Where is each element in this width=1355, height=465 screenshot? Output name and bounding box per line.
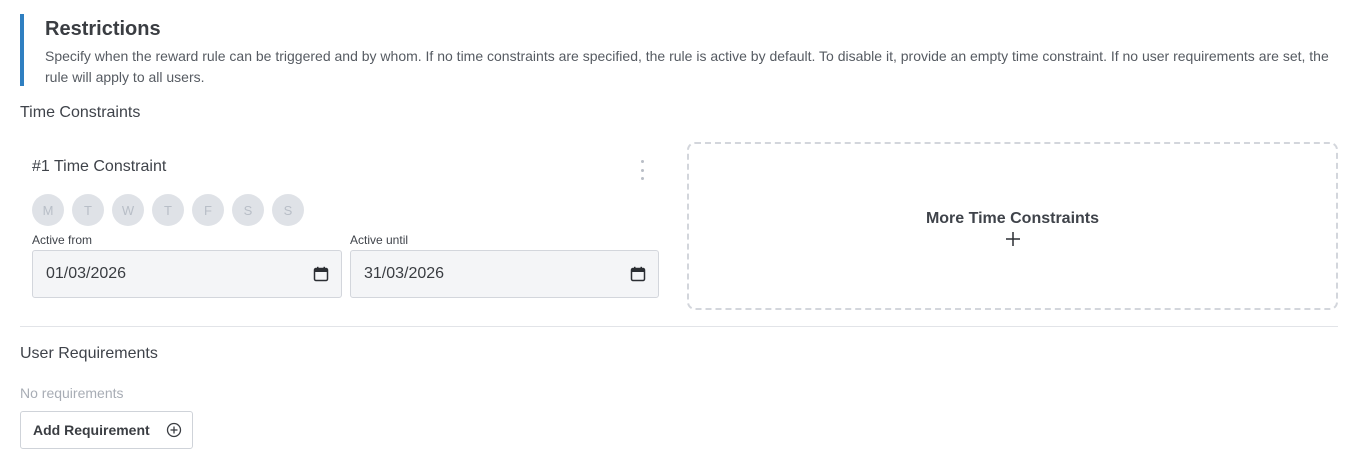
weekday-toggle-monday[interactable]: M [32, 194, 64, 226]
weekday-toggle-tuesday[interactable]: T [72, 194, 104, 226]
weekday-toggle-saturday[interactable]: S [232, 194, 264, 226]
add-requirement-button[interactable]: Add Requirement [20, 411, 193, 449]
plus-circle-icon [166, 422, 182, 438]
plus-icon [1005, 231, 1020, 246]
more-time-constraints-label: More Time Constraints [925, 209, 1100, 227]
weekday-selector: M T W T F S S [32, 194, 304, 226]
active-from-input[interactable]: 01/03/2026 [32, 250, 342, 298]
restrictions-callout: Restrictions Specify when the reward rul… [20, 14, 1338, 86]
more-time-constraints-button[interactable]: More Time Constraints [687, 142, 1338, 310]
weekday-toggle-wednesday[interactable]: W [112, 194, 144, 226]
time-constraint-card: #1 Time Constraint M T W T F S S Active … [20, 142, 670, 310]
user-requirements-heading: User Requirements [20, 345, 158, 362]
add-requirement-label: Add Requirement [33, 422, 150, 438]
weekday-toggle-thursday[interactable]: T [152, 194, 184, 226]
active-until-value: 31/03/2026 [364, 265, 445, 282]
calendar-icon[interactable] [630, 266, 646, 282]
restrictions-title: Restrictions [45, 18, 161, 40]
active-from-value: 01/03/2026 [46, 265, 127, 282]
active-until-label: Active until [350, 233, 409, 247]
kebab-menu-icon[interactable] [634, 160, 650, 180]
section-divider [20, 326, 1338, 327]
weekday-toggle-friday[interactable]: F [192, 194, 224, 226]
time-constraints-heading: Time Constraints [20, 104, 141, 121]
calendar-icon[interactable] [313, 266, 329, 282]
active-from-label: Active from [32, 233, 93, 247]
no-requirements-text: No requirements [20, 385, 124, 401]
weekday-toggle-sunday[interactable]: S [272, 194, 304, 226]
active-until-input[interactable]: 31/03/2026 [350, 250, 659, 298]
restrictions-description: Specify when the reward rule can be trig… [45, 48, 1329, 85]
time-constraint-title: #1 Time Constraint [32, 158, 167, 175]
